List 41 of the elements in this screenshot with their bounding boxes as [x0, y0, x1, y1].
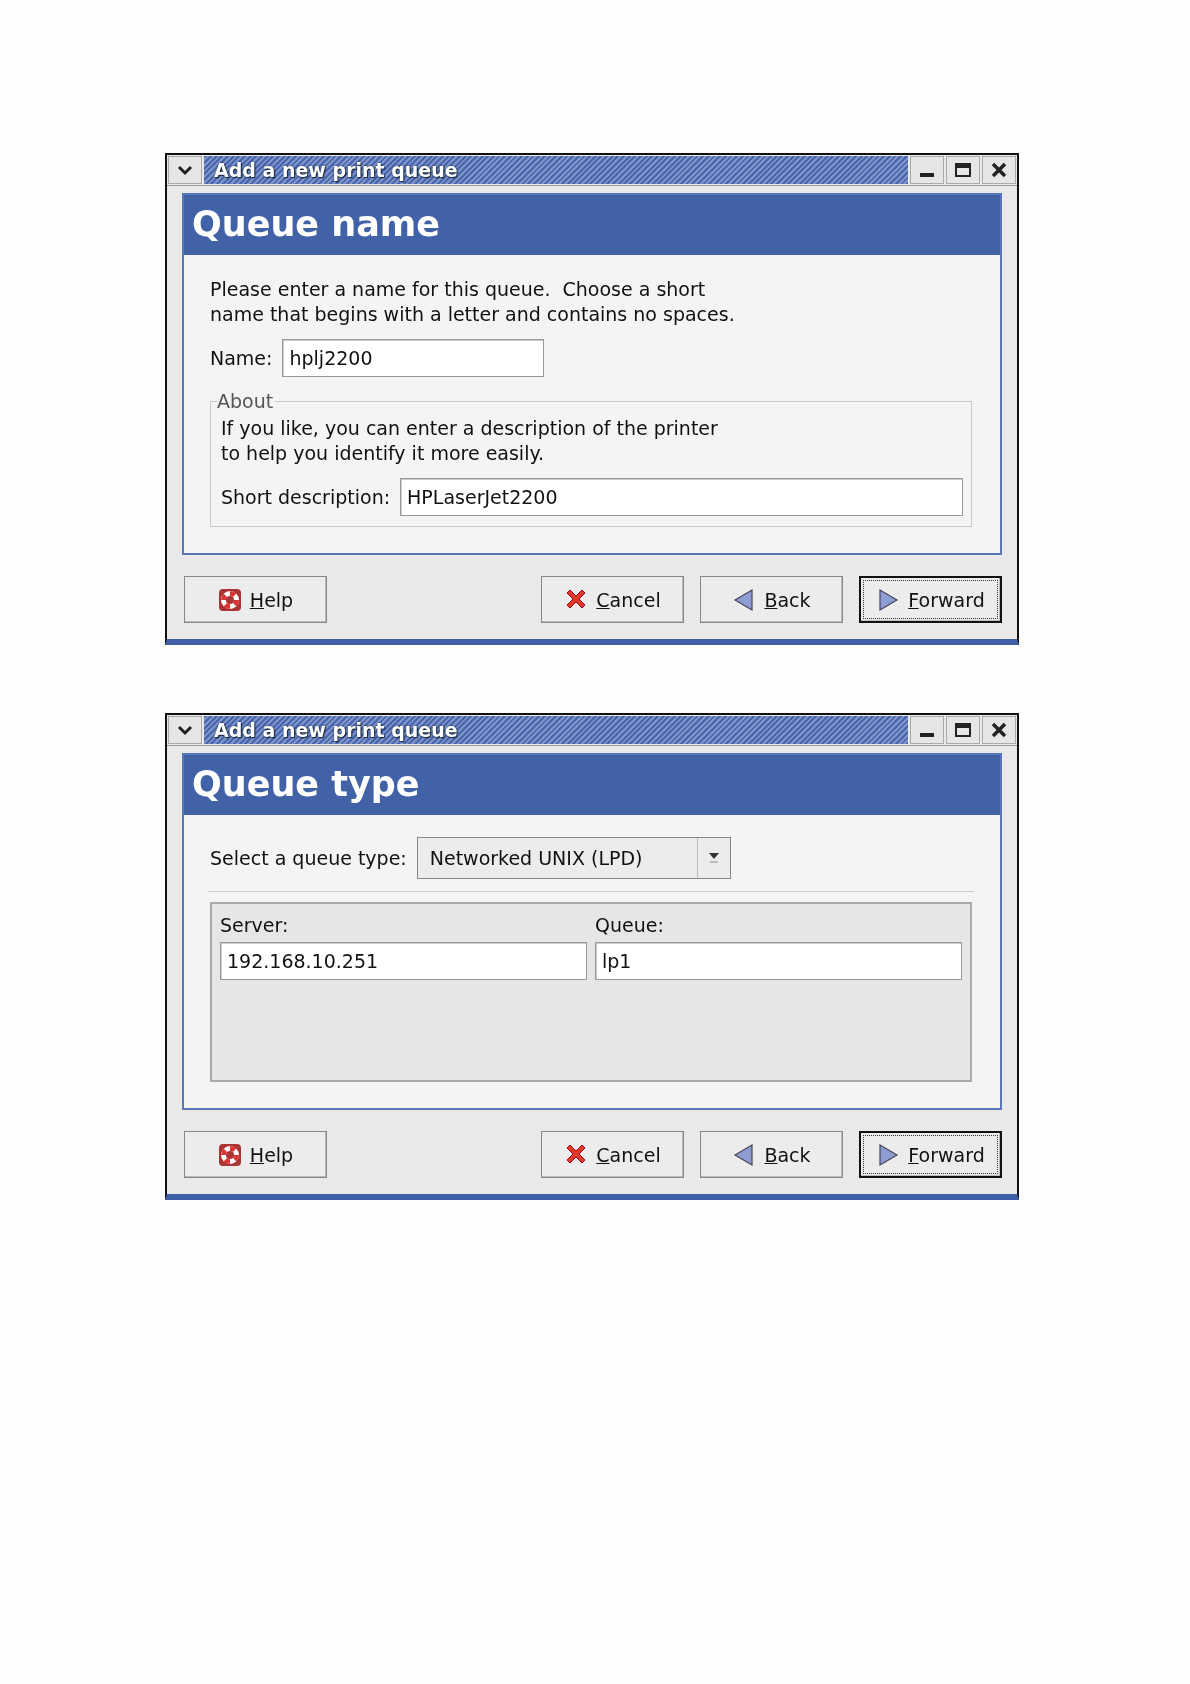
close-icon	[990, 162, 1008, 178]
maximize-icon	[954, 162, 972, 178]
maximize-button[interactable]	[946, 156, 980, 184]
field-label: Queue:	[595, 914, 665, 936]
back-button[interactable]: Back	[700, 576, 843, 623]
minimize-icon	[920, 733, 934, 737]
forward-button[interactable]: Forward	[859, 1131, 1002, 1178]
text-field[interactable]: 192.168.10.251	[220, 942, 587, 980]
dropdown[interactable]: Networked UNIX (LPD)	[416, 837, 731, 879]
minimize-icon	[920, 173, 934, 177]
close-button[interactable]	[982, 156, 1016, 184]
instruction-text: If you like, you can enter a description of the printer to help you identify it more easily.	[221, 416, 719, 466]
field-label: Name:	[210, 347, 273, 369]
page-heading: Queue name	[184, 195, 1000, 255]
field-label: Select a queue type:	[210, 847, 407, 869]
close-icon	[990, 722, 1008, 738]
instruction-text: Please enter a name for this queue. Choose a short name that begins with a letter and contains no spaces.	[210, 277, 736, 327]
window-menu-button[interactable]	[168, 156, 202, 184]
window-title: Add a new print queue	[204, 156, 908, 184]
maximize-button[interactable]	[946, 716, 980, 744]
close-button[interactable]	[982, 716, 1016, 744]
lifebuoy-icon	[217, 1142, 242, 1167]
minimize-button[interactable]	[910, 716, 944, 744]
field-label: Server:	[220, 914, 290, 936]
cancel-button[interactable]: Cancel	[541, 1131, 684, 1178]
page-heading: Queue type	[184, 755, 1000, 815]
text-field[interactable]: HPLaserJet2200	[400, 478, 963, 516]
forward-button[interactable]: Forward	[859, 576, 1002, 623]
text-field[interactable]: hplj2200	[282, 339, 545, 377]
help-button[interactable]: Help	[184, 1131, 327, 1178]
text-field[interactable]: lp1	[595, 942, 962, 980]
lifebuoy-icon	[217, 587, 242, 612]
help-button[interactable]: Help	[184, 576, 327, 623]
window-menu-button[interactable]	[168, 716, 202, 744]
field-label: Short description:	[221, 486, 391, 508]
minimize-button[interactable]	[910, 156, 944, 184]
cancel-button[interactable]: Cancel	[541, 576, 684, 623]
back-button[interactable]: Back	[700, 1131, 843, 1178]
dropdown-arrow-icon	[707, 852, 720, 864]
maximize-icon	[954, 722, 972, 738]
window-title: Add a new print queue	[204, 716, 908, 744]
